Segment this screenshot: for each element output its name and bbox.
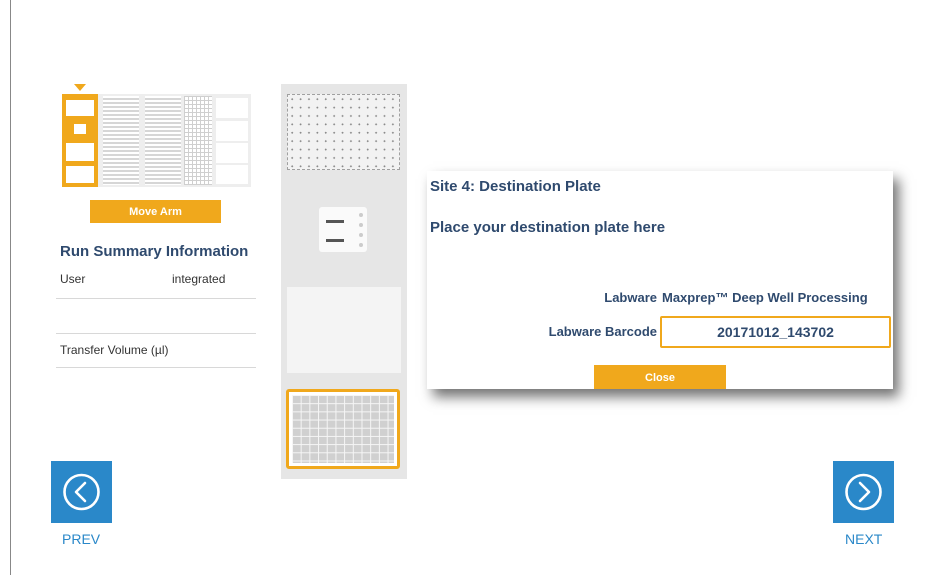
summary-row-empty	[56, 299, 256, 334]
labware-barcode-input[interactable]	[660, 316, 891, 348]
mini-map-slot	[66, 143, 94, 161]
labware-barcode-label: Labware Barcode	[548, 324, 657, 339]
labware-value: Maxprep™ Deep Well Processing	[662, 290, 868, 305]
plate-wells-grid	[292, 395, 394, 463]
cartridge-bar	[326, 239, 344, 242]
chevron-right-circle-icon	[845, 473, 882, 511]
summary-row-value: integrated	[172, 272, 226, 286]
deck-site-1-tip-rack[interactable]	[287, 94, 400, 170]
mini-map-slot	[66, 166, 94, 183]
deck-site-2-reagent-cartridge[interactable]	[319, 207, 367, 252]
summary-row-user: User integrated	[56, 272, 256, 299]
chevron-left-circle-icon	[63, 473, 100, 511]
mini-map-slot	[74, 124, 86, 134]
cartridge-dot	[359, 223, 363, 227]
dialog-instruction: Place your destination plate here	[430, 219, 666, 236]
arm-position-pointer-icon	[74, 84, 86, 91]
left-border-line	[10, 0, 11, 575]
summary-row-label: Transfer Volume (µl)	[60, 343, 169, 357]
deck-site-3-empty[interactable]	[287, 287, 401, 373]
summary-row-transfer-volume: Transfer Volume (µl)	[56, 343, 256, 368]
mini-map-grid-column	[184, 96, 212, 185]
prev-button[interactable]	[51, 461, 112, 523]
mini-map-slot	[216, 121, 248, 141]
cartridge-dot	[359, 243, 363, 247]
mini-map-slot	[216, 143, 248, 163]
mini-map-strip-column	[145, 96, 181, 185]
mini-map-slot	[216, 165, 248, 184]
move-arm-button[interactable]: Move Arm	[90, 200, 221, 223]
mini-map-slot	[216, 98, 248, 118]
summary-row-label: User	[60, 272, 86, 286]
run-summary-title: Run Summary Information	[60, 243, 249, 260]
site-info-dialog: Site 4: Destination Plate Place your des…	[427, 171, 893, 389]
next-button[interactable]	[833, 461, 894, 523]
deck-site-4-destination-plate[interactable]	[286, 389, 400, 469]
cartridge-bar	[326, 220, 344, 223]
dialog-title: Site 4: Destination Plate	[430, 178, 601, 195]
next-label[interactable]: NEXT	[845, 531, 882, 547]
labware-label: Labware	[604, 290, 657, 305]
mini-map-slot	[66, 100, 94, 116]
cartridge-dot	[359, 233, 363, 237]
close-button[interactable]: Close	[594, 365, 726, 389]
cartridge-dot	[359, 213, 363, 217]
mini-map-strip-column	[103, 96, 139, 185]
prev-label[interactable]: PREV	[62, 531, 100, 547]
